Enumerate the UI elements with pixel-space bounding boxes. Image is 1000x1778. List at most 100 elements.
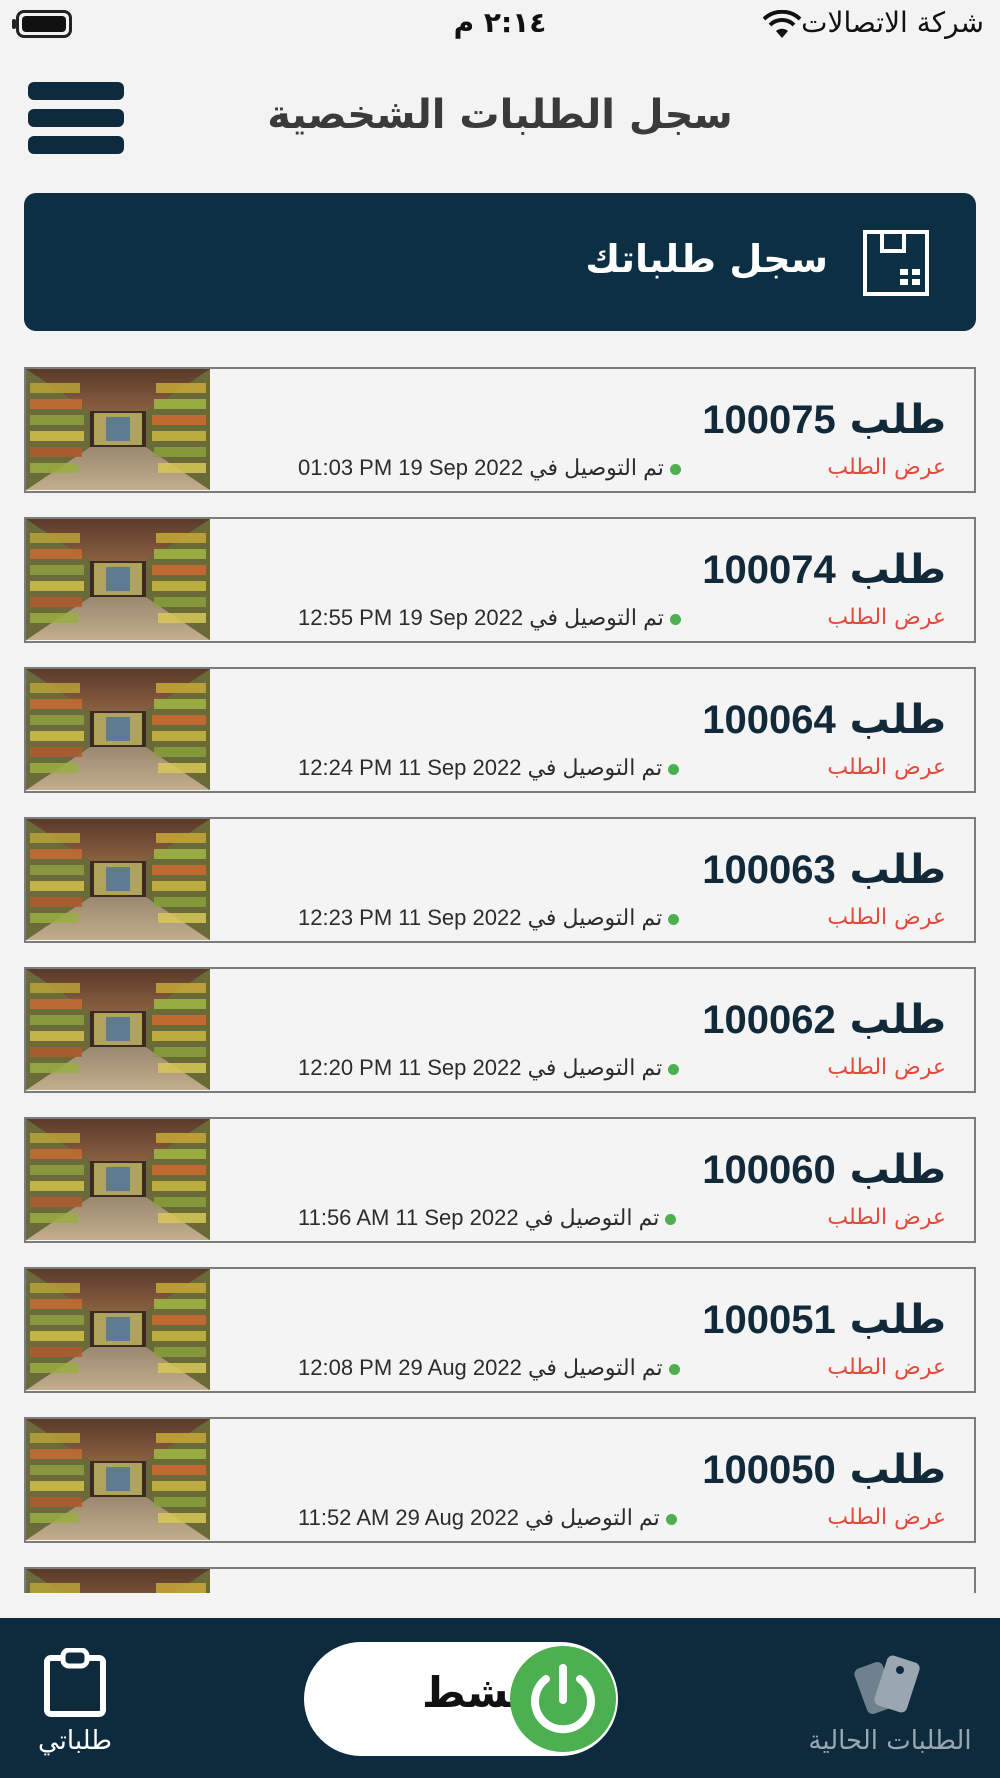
delivery-status-text: تم التوصيل في xyxy=(525,1505,660,1530)
status-dot-icon xyxy=(668,1363,680,1375)
order-history-banner: سجل طلباتك xyxy=(24,193,976,331)
delivery-datetime: 01:03 PM 19 Sep 2022 xyxy=(298,455,524,480)
store-aisle-image xyxy=(26,1569,210,1593)
battery-tip xyxy=(12,19,16,29)
orders-list[interactable]: طلب 100075 عرض الطلب 01:03 PM 19 Sep 2022 … xyxy=(24,367,976,1593)
clipboard-icon xyxy=(44,1647,106,1717)
delivery-datetime: 12:24 PM 11 Sep 2022 xyxy=(298,755,522,780)
store-aisle-image xyxy=(26,819,210,940)
view-order-link[interactable]: عرض الطلب xyxy=(827,455,946,480)
power-icon[interactable] xyxy=(510,1646,616,1752)
delivery-status-text: تم التوصيل في xyxy=(527,905,663,930)
order-title: طلب 100075 xyxy=(702,397,946,443)
delivery-datetime: 11:52 AM 29 Aug 2022 xyxy=(298,1505,519,1530)
delivery-datetime: 12:08 PM 29 Aug 2022 xyxy=(298,1355,522,1380)
order-title: طلب 100063 xyxy=(702,847,946,893)
delivery-status: 12:20 PM 11 Sep 2022 تم التوصيل في xyxy=(298,1055,680,1081)
view-order-link[interactable]: عرض الطلب xyxy=(827,605,946,630)
order-card[interactable]: طلب 100060 عرض الطلب 11:56 AM 11 Sep 2022 … xyxy=(24,1117,976,1243)
order-card[interactable]: طلب 100074 عرض الطلب 12:55 PM 19 Sep 2022 … xyxy=(24,517,976,643)
delivery-status-text: تم التوصيل في xyxy=(529,455,664,480)
battery-icon xyxy=(16,10,72,38)
carrier-name: شركة الاتصالات xyxy=(801,6,984,39)
view-order-link[interactable]: عرض الطلب xyxy=(827,905,946,930)
delivery-status-text: تم التوصيل في xyxy=(529,605,664,630)
status-dot-icon xyxy=(668,1063,680,1075)
hamburger-menu-icon[interactable] xyxy=(28,80,124,156)
order-prefix: طلب xyxy=(849,397,946,443)
wifi-icon xyxy=(762,10,802,38)
store-aisle-image xyxy=(26,669,210,790)
view-order-link[interactable]: عرض الطلب xyxy=(827,1355,946,1380)
order-title: طلب 100064 xyxy=(702,697,946,743)
order-prefix: طلب xyxy=(849,1297,946,1343)
order-number: 100060 xyxy=(702,1148,836,1192)
order-card[interactable]: طلب 100062 عرض الطلب 12:20 PM 11 Sep 2022 … xyxy=(24,967,976,1093)
delivery-status: 11:56 AM 11 Sep 2022 تم التوصيل في xyxy=(298,1205,677,1231)
order-title: طلب 100074 xyxy=(702,547,946,593)
delivery-status: 12:23 PM 11 Sep 2022 تم التوصيل في xyxy=(298,905,680,931)
status-dot-icon xyxy=(669,463,681,475)
order-card[interactable]: طلب 100075 عرض الطلب 01:03 PM 19 Sep 2022 … xyxy=(24,367,976,493)
status-dot-icon xyxy=(668,763,680,775)
view-order-link[interactable]: عرض الطلب xyxy=(827,1055,946,1080)
order-card[interactable]: طلب 100064 عرض الطلب 12:24 PM 11 Sep 2022 … xyxy=(24,667,976,793)
status-dot-icon xyxy=(665,1513,677,1525)
store-aisle-image xyxy=(26,969,210,1090)
view-order-link[interactable]: عرض الطلب xyxy=(827,755,946,780)
delivery-status: 01:03 PM 19 Sep 2022 تم التوصيل في xyxy=(298,455,681,481)
delivery-status: 12:24 PM 11 Sep 2022 تم التوصيل في xyxy=(298,755,680,781)
order-number: 100064 xyxy=(702,698,836,742)
delivery-datetime: 11:56 AM 11 Sep 2022 xyxy=(298,1205,519,1230)
delivery-status: 12:55 PM 19 Sep 2022 تم التوصيل في xyxy=(298,605,681,631)
store-aisle-image xyxy=(26,369,210,490)
order-number: 100062 xyxy=(702,998,836,1042)
delivery-datetime: 12:20 PM 11 Sep 2022 xyxy=(298,1055,522,1080)
order-title: طلب 100050 xyxy=(702,1447,946,1493)
order-card[interactable]: طلب 100051 عرض الطلب 12:08 PM 29 Aug 2022 … xyxy=(24,1267,976,1393)
order-number: 100075 xyxy=(702,398,836,442)
delivery-status-text: تم التوصيل في xyxy=(524,1205,660,1230)
delivery-status: 11:52 AM 29 Aug 2022 تم التوصيل في xyxy=(298,1505,677,1531)
delivery-status-text: تم التوصيل في xyxy=(527,755,663,780)
banner-title: سجل طلباتك xyxy=(585,237,828,281)
view-order-link[interactable]: عرض الطلب xyxy=(827,1505,946,1530)
page-title: سجل الطلبات الشخصية xyxy=(267,92,733,138)
delivery-datetime: 12:23 PM 11 Sep 2022 xyxy=(298,905,522,930)
cards-icon xyxy=(854,1655,920,1714)
order-card[interactable] xyxy=(24,1567,976,1593)
order-number: 100063 xyxy=(702,848,836,892)
status-time: ٢:١٤ م xyxy=(453,6,547,39)
order-number: 100074 xyxy=(702,548,836,592)
order-prefix: طلب xyxy=(849,847,946,893)
status-dot-icon xyxy=(665,1213,677,1225)
status-dot-icon xyxy=(668,913,680,925)
view-order-link[interactable]: عرض الطلب xyxy=(827,1205,946,1230)
nav-my-orders[interactable]: طلباتي xyxy=(30,1647,120,1756)
delivery-status-text: تم التوصيل في xyxy=(527,1355,663,1380)
delivery-datetime: 12:55 PM 19 Sep 2022 xyxy=(298,605,524,630)
order-prefix: طلب xyxy=(849,997,946,1043)
store-aisle-image xyxy=(26,1269,210,1390)
delivery-status: 12:08 PM 29 Aug 2022 تم التوصيل في xyxy=(298,1355,680,1381)
order-prefix: طلب xyxy=(849,1447,946,1493)
bottom-navigation: طلباتي نشط الطلبات الحالية xyxy=(0,1618,1000,1778)
nav-current-orders-label: الطلبات الحالية xyxy=(808,1726,972,1756)
status-bar: ٢:١٤ م شركة الاتصالات xyxy=(0,0,1000,50)
order-prefix: طلب xyxy=(849,1147,946,1193)
order-number: 100051 xyxy=(702,1298,836,1342)
order-card[interactable]: طلب 100050 عرض الطلب 11:52 AM 29 Aug 2022 … xyxy=(24,1417,976,1543)
order-prefix: طلب xyxy=(849,697,946,743)
status-toggle[interactable]: نشط xyxy=(304,1642,618,1756)
nav-my-orders-label: طلباتي xyxy=(38,1726,112,1756)
order-title: طلب 100062 xyxy=(702,997,946,1043)
order-card[interactable]: طلب 100063 عرض الطلب 12:23 PM 11 Sep 2022 … xyxy=(24,817,976,943)
status-dot-icon xyxy=(669,613,681,625)
store-aisle-image xyxy=(26,1119,210,1240)
store-aisle-image xyxy=(26,1419,210,1540)
order-title: طلب 100060 xyxy=(702,1147,946,1193)
order-title: طلب 100051 xyxy=(702,1297,946,1343)
order-number: 100050 xyxy=(702,1448,836,1492)
nav-current-orders[interactable]: الطلبات الحالية xyxy=(800,1648,980,1756)
store-aisle-image xyxy=(26,519,210,640)
